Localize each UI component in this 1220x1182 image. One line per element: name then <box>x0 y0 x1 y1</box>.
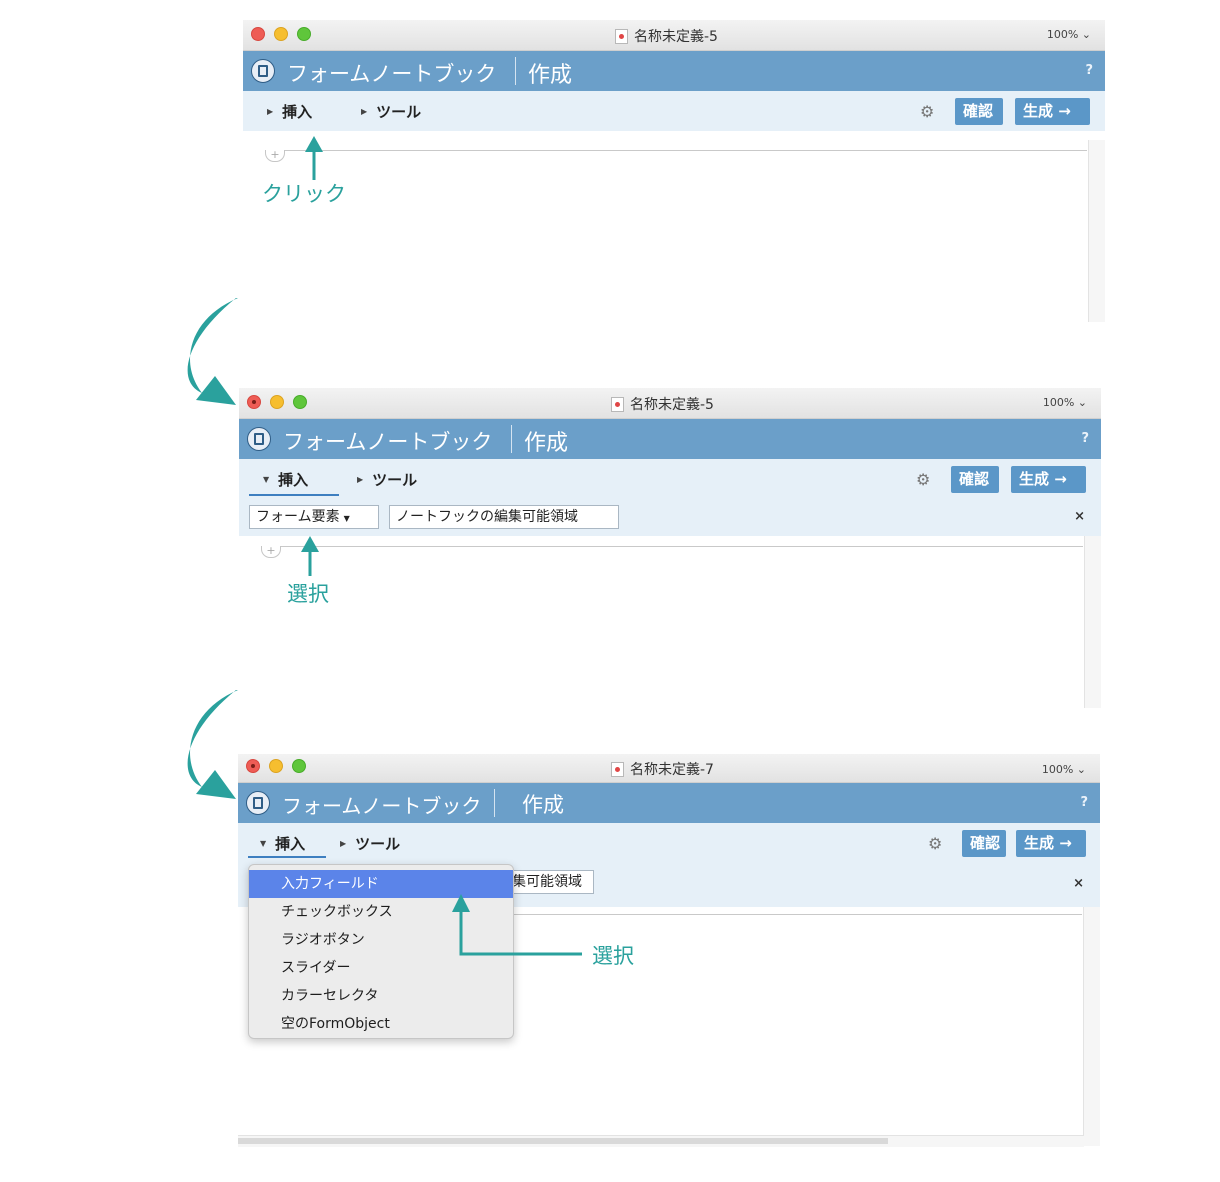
annotation-arrows <box>187 136 582 956</box>
pointer-arrow-1 <box>305 136 323 180</box>
step-arrow-2 <box>187 690 238 799</box>
pointer-arrow-3 <box>452 894 582 956</box>
step-arrow-1 <box>187 298 238 405</box>
pointer-arrow-2 <box>301 536 319 576</box>
